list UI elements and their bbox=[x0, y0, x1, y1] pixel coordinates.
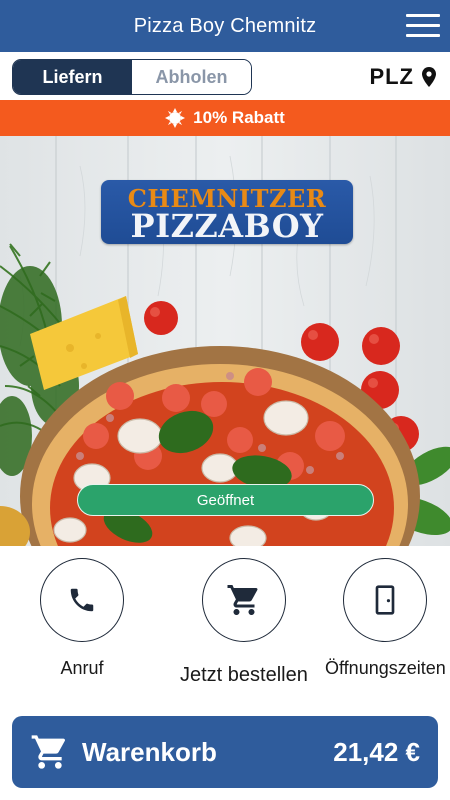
phone-icon bbox=[70, 588, 94, 612]
hero-banner: CHEMNITZER PIZZABOY Geöffnet bbox=[0, 136, 450, 546]
postcode-button[interactable]: PLZ bbox=[369, 64, 436, 90]
discount-text: 10% Rabatt bbox=[193, 108, 285, 127]
opening-hours-button[interactable] bbox=[343, 558, 428, 642]
opening-hours-action[interactable]: Öffnungszeiten bbox=[325, 558, 446, 679]
delivery-mode-toggle: Liefern Abholen bbox=[12, 59, 252, 95]
postcode-label: PLZ bbox=[369, 64, 414, 89]
discount-banner: 10% Rabatt bbox=[0, 100, 450, 136]
tab-abholen[interactable]: Abholen bbox=[132, 60, 251, 94]
cart-button[interactable]: Warenkorb 21,42 € bbox=[12, 716, 438, 788]
order-mode-bar: Liefern Abholen PLZ bbox=[0, 52, 450, 100]
call-action[interactable]: Anruf bbox=[40, 558, 124, 679]
app-header: Pizza Boy Chemnitz bbox=[0, 0, 450, 52]
logo-line-2: PIZZABOY bbox=[130, 207, 324, 245]
cart-total: 21,42 € bbox=[333, 736, 420, 767]
sun-badge-icon bbox=[165, 108, 186, 128]
order-now-label: Jetzt bestellen bbox=[180, 664, 308, 686]
door-icon bbox=[376, 585, 395, 615]
call-button[interactable] bbox=[40, 558, 124, 642]
cart-label: Warenkorb bbox=[82, 736, 217, 767]
hamburger-menu-icon[interactable] bbox=[406, 12, 440, 40]
call-label: Anruf bbox=[60, 658, 104, 678]
restaurant-logo: CHEMNITZER PIZZABOY bbox=[101, 180, 353, 244]
open-status-button[interactable]: Geöffnet bbox=[77, 484, 374, 516]
shopping-cart-icon bbox=[31, 735, 66, 769]
order-now-action[interactable]: Jetzt bestellen bbox=[180, 558, 308, 687]
location-pin-icon bbox=[422, 67, 436, 87]
order-now-button[interactable] bbox=[201, 558, 286, 642]
shopping-cart-icon bbox=[227, 585, 258, 615]
opening-hours-label: Öffnungszeiten bbox=[325, 658, 446, 678]
quick-actions: Anruf Jetzt bestellen Öffnungszeiten bbox=[0, 546, 450, 706]
tab-liefern[interactable]: Liefern bbox=[13, 60, 132, 94]
page-title: Pizza Boy Chemnitz bbox=[133, 14, 317, 37]
